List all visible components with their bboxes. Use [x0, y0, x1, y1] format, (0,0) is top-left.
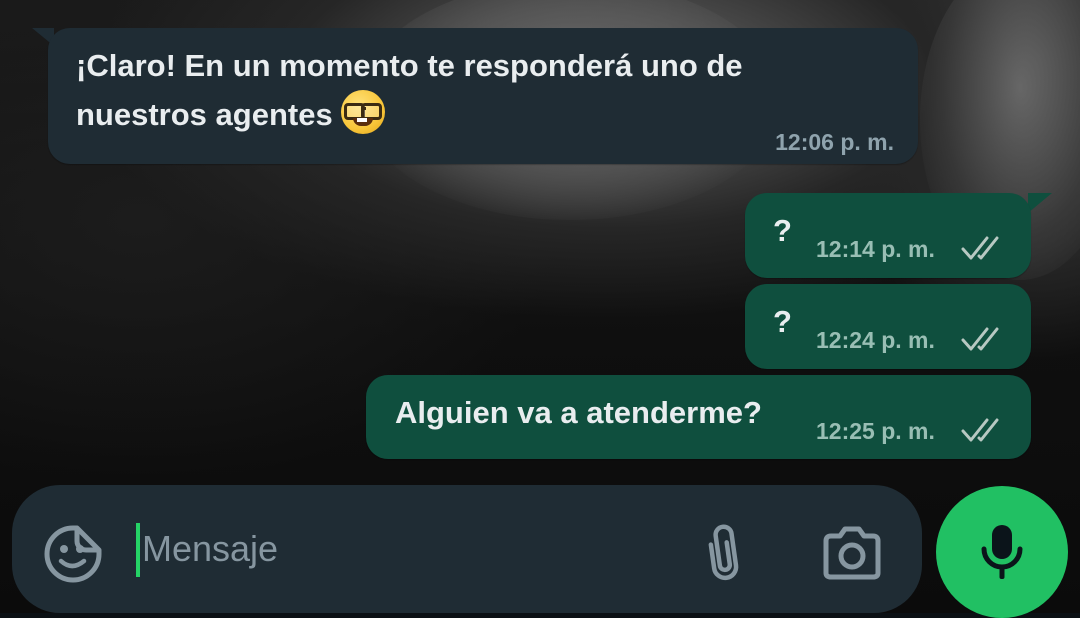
outgoing-message-bubble[interactable]: ? 12:14 p. m.	[745, 193, 1031, 278]
outgoing-message-bubble[interactable]: Alguien va a atenderme? 12:25 p. m.	[366, 375, 1031, 459]
microphone-icon	[981, 525, 1023, 579]
sticker-icon[interactable]	[42, 523, 104, 585]
outgoing-bubble-tail	[1028, 193, 1052, 213]
message-text-line: ¡Claro! En un momento te responderá uno …	[76, 42, 743, 90]
double-check-icon	[961, 327, 999, 351]
message-timestamp: 12:25 p. m.	[816, 418, 935, 444]
message-composer	[12, 485, 922, 613]
message-timestamp: 12:24 p. m.	[816, 327, 935, 353]
text-cursor	[136, 523, 140, 577]
nerd-face-emoji-icon	[340, 90, 385, 134]
message-input[interactable]	[142, 521, 662, 577]
paperclip-icon[interactable]	[696, 521, 750, 583]
double-check-icon	[961, 236, 999, 260]
message-text: Alguien va a atenderme?	[395, 395, 762, 430]
outgoing-message-bubble[interactable]: ? 12:24 p. m.	[745, 284, 1031, 369]
message-text: ¡Claro! En un momento te responderá uno …	[76, 48, 743, 83]
message-timestamp: 12:06 p. m.	[775, 129, 894, 155]
double-check-icon	[961, 418, 999, 442]
message-text: ?	[773, 304, 792, 339]
message-timestamp: 12:14 p. m.	[816, 236, 935, 262]
message-text-line: nuestros agentes	[76, 90, 385, 139]
message-text: ?	[773, 213, 792, 248]
voice-message-button[interactable]	[936, 486, 1068, 618]
camera-icon[interactable]	[820, 525, 884, 581]
incoming-message-bubble[interactable]: ¡Claro! En un momento te responderá uno …	[48, 28, 918, 164]
message-text: nuestros agentes	[76, 97, 333, 132]
